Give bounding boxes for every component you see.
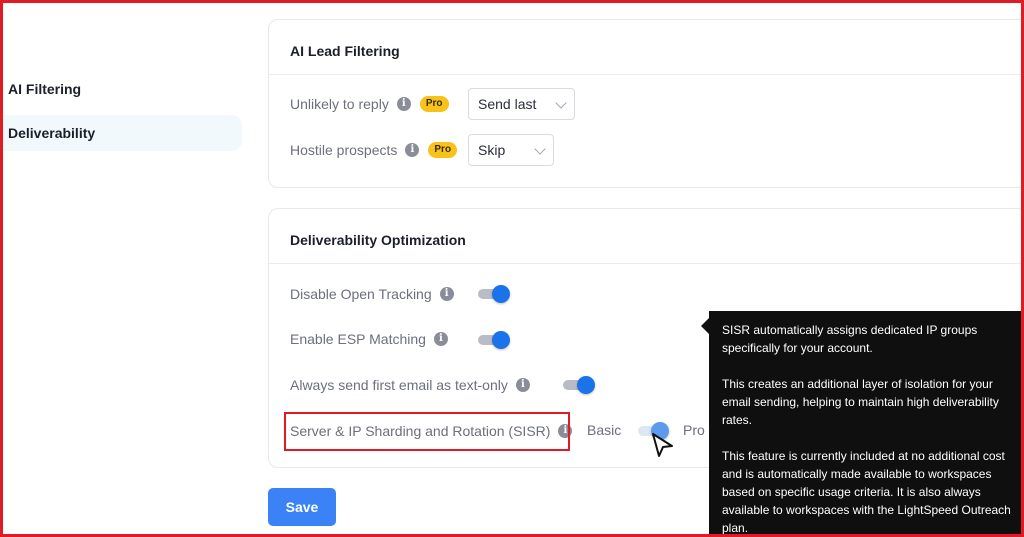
text-only-first-email-toggle[interactable] [563,375,595,395]
tooltip-paragraph: This creates an additional layer of isol… [722,377,999,427]
card-divider [269,74,1024,75]
tooltip-paragraph: SISR automatically assigns dedicated IP … [722,323,978,355]
disable-open-tracking-toggle[interactable] [478,284,510,304]
mouse-cursor-icon [652,433,673,457]
row-label: Disable Open Tracking [290,286,432,302]
tooltip-arrow [701,318,709,334]
pro-badge: Pro [419,96,449,112]
chevron-down-icon [534,143,546,155]
info-icon[interactable]: i [396,97,411,111]
unlikely-to-reply-select[interactable]: Send last [468,88,575,120]
save-button[interactable]: Save [268,488,336,526]
sidebar-item-label: AI Filtering [8,81,82,97]
sidebar-item-deliverability[interactable]: Deliverability [0,115,242,151]
disable-open-tracking-row: Disable Open Tracking i [290,286,454,302]
row-label: Unlikely to reply [290,96,389,112]
sisr-basic-option[interactable]: Basic [587,422,621,438]
sidebar-item-label: Deliverability [8,125,96,141]
chevron-down-icon [555,97,567,109]
sisr-pro-option[interactable]: Pro [683,422,705,438]
sidebar-item-ai-filtering[interactable]: AI Filtering [0,71,242,107]
ai-lead-filtering-card: AI Lead Filtering Unlikely to reply i Pr… [268,19,1024,188]
row-label: Hostile prospects [290,142,398,158]
sisr-highlight-box [284,412,570,451]
toggle-knob [577,376,595,394]
info-icon[interactable]: i [433,332,448,346]
select-value: Send last [478,96,537,112]
sisr-tooltip: SISR automatically assigns dedicated IP … [709,311,1024,537]
card-title: Deliverability Optimization [290,232,466,248]
info-icon[interactable]: i [515,378,530,392]
enable-esp-matching-row: Enable ESP Matching i [290,331,448,347]
row-label: Enable ESP Matching [290,331,426,347]
card-divider [269,263,1024,264]
select-value: Skip [478,142,506,158]
enable-esp-matching-toggle[interactable] [478,330,510,350]
row-label: Always send first email as text-only [290,377,508,393]
text-only-first-email-row: Always send first email as text-only i [290,377,530,393]
hostile-prospects-select[interactable]: Skip [468,134,554,166]
toggle-knob [492,285,510,303]
pro-badge: Pro [428,142,458,158]
card-title: AI Lead Filtering [290,43,400,59]
unlikely-to-reply-row: Unlikely to reply i Pro [290,96,449,112]
toggle-knob [492,331,510,349]
tooltip-paragraph: This feature is currently included at no… [722,449,1011,535]
info-icon[interactable]: i [439,287,454,301]
info-icon[interactable]: i [405,143,420,157]
hostile-prospects-row: Hostile prospects i Pro [290,142,458,158]
